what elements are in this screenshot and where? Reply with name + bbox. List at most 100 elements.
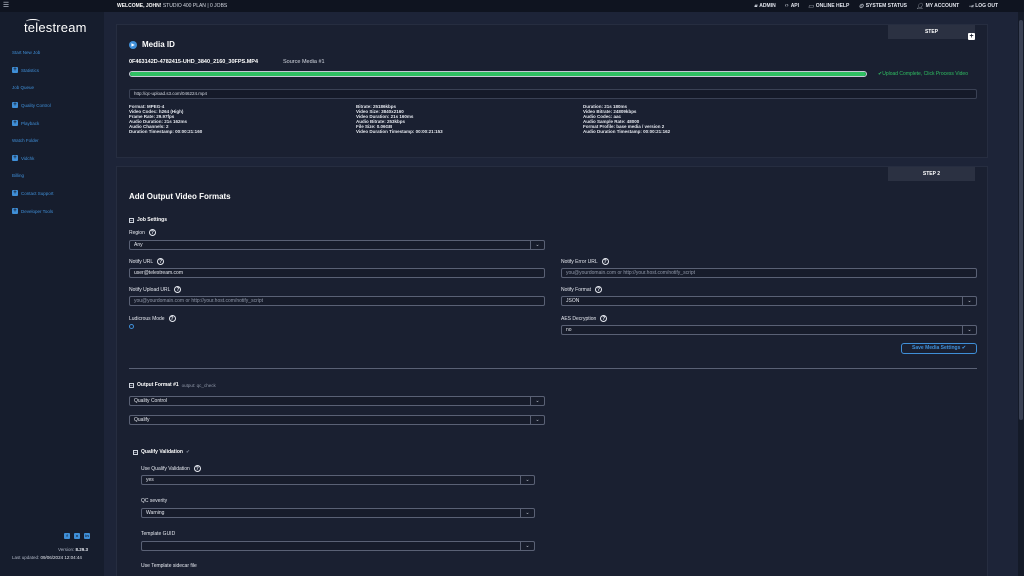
source-media-label: Source Media #1 — [283, 59, 325, 65]
upload-progress-fill — [130, 72, 866, 76]
notify-upload-url-label: Notify Upload URL? — [129, 286, 182, 293]
plus-icon: + — [12, 120, 18, 126]
upload-progress-bar — [129, 71, 867, 77]
notify-error-url-input[interactable]: you@yourdomain.com or http://your.host.c… — [561, 268, 977, 278]
x-twitter-icon[interactable]: x — [74, 533, 80, 539]
media-filename: 0F463142D-4782415-UHD_3840_2160_30FPS.MP… — [129, 59, 259, 65]
save-media-settings-button[interactable]: Save Media Settings ✔ — [901, 343, 977, 354]
template-sidecar-label: Use Template sidecar file — [141, 563, 197, 569]
chevron-down-icon: ⌄ — [520, 509, 534, 517]
chevron-down-icon: ⌄ — [530, 397, 544, 405]
help-icon[interactable]: ? — [595, 286, 603, 293]
sidebar-item-billing[interactable]: Billing — [12, 173, 24, 178]
section-divider — [129, 368, 977, 369]
play-circle-icon[interactable]: ▶ — [129, 40, 137, 49]
logout-icon: ⇥ — [968, 3, 974, 10]
ludicrous-mode-label: Ludicrous Mode? — [129, 315, 176, 322]
monitor-icon: ▭ — [808, 3, 814, 10]
region-label: Region? — [129, 229, 156, 236]
collapse-icon[interactable]: − — [129, 382, 134, 388]
qc-severity-select[interactable]: Warning ⌄ — [141, 508, 535, 518]
template-guid-select[interactable]: ⌄ — [141, 541, 535, 551]
collapse-icon[interactable]: − — [133, 449, 138, 455]
help-icon[interactable]: ? — [157, 258, 165, 265]
help-icon[interactable]: ? — [600, 315, 608, 322]
user-icon: 👤︎ — [915, 3, 924, 10]
qc-severity-label: QC severity — [141, 498, 168, 504]
linkedin-icon[interactable]: in — [84, 533, 90, 539]
step2-panel: STEP 2 Add Output Video Formats − Job Se… — [116, 166, 988, 576]
output-formats-title: Add Output Video Formats — [129, 192, 231, 201]
help-icon[interactable]: ? — [174, 286, 182, 293]
sidebar-item-statistics[interactable]: + Statistics — [12, 67, 39, 73]
gear-icon: ⚙ — [858, 3, 864, 10]
nav-online-help[interactable]: ▭ ONLINE HELP — [808, 3, 849, 10]
notify-format-label: Notify Format? — [561, 286, 603, 293]
plan-name: STUDIO 400 PLAN — [162, 3, 206, 9]
aes-decryption-select[interactable]: no ⌄ — [561, 325, 977, 335]
sidebar-item-job-queue[interactable]: Job Queue — [12, 85, 34, 90]
use-qualify-validation-select[interactable]: yes ⌄ — [141, 475, 535, 485]
help-icon[interactable]: ? — [601, 258, 609, 265]
notify-upload-url-input[interactable]: you@yourdomain.com or http://your.host.c… — [129, 296, 545, 306]
ludicrous-mode-radio[interactable] — [129, 324, 134, 329]
welcome-text: WELCOME, JOHN! STUDIO 400 PLAN | 0 JOBS — [117, 3, 228, 9]
plus-icon: + — [12, 155, 18, 161]
media-id-title: ▶ Media ID — [129, 40, 175, 49]
sidebar: telestream Start New Job + Statistics Job… — [0, 12, 104, 576]
step1-panel: STEP + ▶ Media ID 0F463142D-4782415-UHD_… — [116, 24, 988, 158]
sidebar-item-developer-tools[interactable]: + Developer Tools — [12, 208, 53, 214]
top-nav: 🔒︎ ADMIN ‹› API ▭ ONLINE HELP ⚙ SYSTEM STATU… — [754, 0, 998, 12]
facebook-icon[interactable]: f — [64, 533, 70, 539]
hamburger-menu-icon[interactable]: ☰ — [0, 0, 12, 12]
plus-icon: + — [12, 102, 18, 108]
chevron-down-icon: ⌄ — [530, 416, 544, 424]
metadata-column-2: Bitrate: 25186kbps Video Size: 3840x2160… — [356, 104, 443, 134]
sidebar-item-playback[interactable]: + Playback — [12, 120, 39, 126]
notify-error-url-label: Notify Error URL? — [561, 258, 609, 265]
help-icon[interactable]: ? — [168, 315, 176, 322]
nav-api[interactable]: ‹› API — [785, 3, 799, 9]
metadata-column-3: Duration: 21s 180ms Video Bitrate: 24809… — [583, 104, 671, 134]
check-icon: ✔ — [961, 345, 966, 351]
chevron-down-icon: ⌄ — [530, 241, 544, 249]
output-tool-select[interactable]: Qualify ⌄ — [129, 415, 545, 425]
upload-status: ✔Upload Complete, Click Process Video — [878, 71, 968, 77]
output-type-select[interactable]: Quality Control ⌄ — [129, 396, 545, 406]
nav-admin[interactable]: 🔒︎ ADMIN — [754, 3, 776, 10]
nav-my-account[interactable]: 👤︎ MY ACCOUNT — [916, 3, 959, 10]
nav-log-out[interactable]: ⇥ LOG OUT — [968, 3, 998, 10]
chevron-down-icon: ⌄ — [962, 297, 976, 305]
code-icon: ‹› — [784, 3, 789, 9]
output-format-header[interactable]: − Output Format #1 output: qc_check — [129, 382, 216, 388]
social-links: f x in — [64, 533, 90, 539]
scrollbar-thumb[interactable] — [1019, 20, 1023, 420]
help-icon[interactable]: ? — [148, 229, 156, 236]
nav-system-status[interactable]: ⚙ SYSTEM STATUS — [858, 3, 907, 10]
region-select[interactable]: Any ⌄ — [129, 240, 545, 250]
notify-url-input[interactable]: user@telestream.com — [129, 268, 545, 278]
aes-decryption-label: AES Decryption? — [561, 315, 608, 322]
sidebar-item-watch-folder[interactable]: Watch Folder — [12, 138, 39, 143]
qualify-validation-header[interactable]: − Qualify Validation ✔ — [133, 449, 190, 455]
page-scrollbar[interactable] — [1018, 12, 1024, 576]
sidebar-item-quality-control[interactable]: + Quality Control — [12, 102, 51, 108]
add-media-plus-icon[interactable]: + — [968, 33, 975, 40]
template-guid-label: Template GUID — [141, 531, 176, 537]
collapse-icon[interactable]: − — [129, 217, 134, 223]
notify-url-label: Notify URL? — [129, 258, 165, 265]
chevron-down-icon: ⌄ — [962, 326, 976, 334]
plus-icon: + — [12, 190, 18, 196]
help-icon[interactable]: ? — [193, 465, 201, 472]
media-url-field[interactable]: http://qc-upload.s3.com/046224.mp4 — [129, 89, 977, 99]
last-updated: Last updated: 09/06/2024 12:04:44 — [12, 555, 82, 560]
sidebar-item-contact-support[interactable]: + Contact Support — [12, 190, 54, 196]
step2-tab: STEP 2 — [888, 167, 975, 181]
telestream-logo[interactable]: telestream — [24, 20, 87, 35]
top-bar: ☰ WELCOME, JOHN! STUDIO 400 PLAN | 0 JOB… — [0, 0, 1024, 12]
sidebar-item-vidchk[interactable]: + Vidchk — [12, 155, 34, 161]
job-settings-header[interactable]: − Job Settings — [129, 217, 167, 223]
check-icon: ✔ — [185, 449, 190, 454]
sidebar-item-start-new-job[interactable]: Start New Job — [12, 50, 40, 55]
notify-format-select[interactable]: JSON ⌄ — [561, 296, 977, 306]
